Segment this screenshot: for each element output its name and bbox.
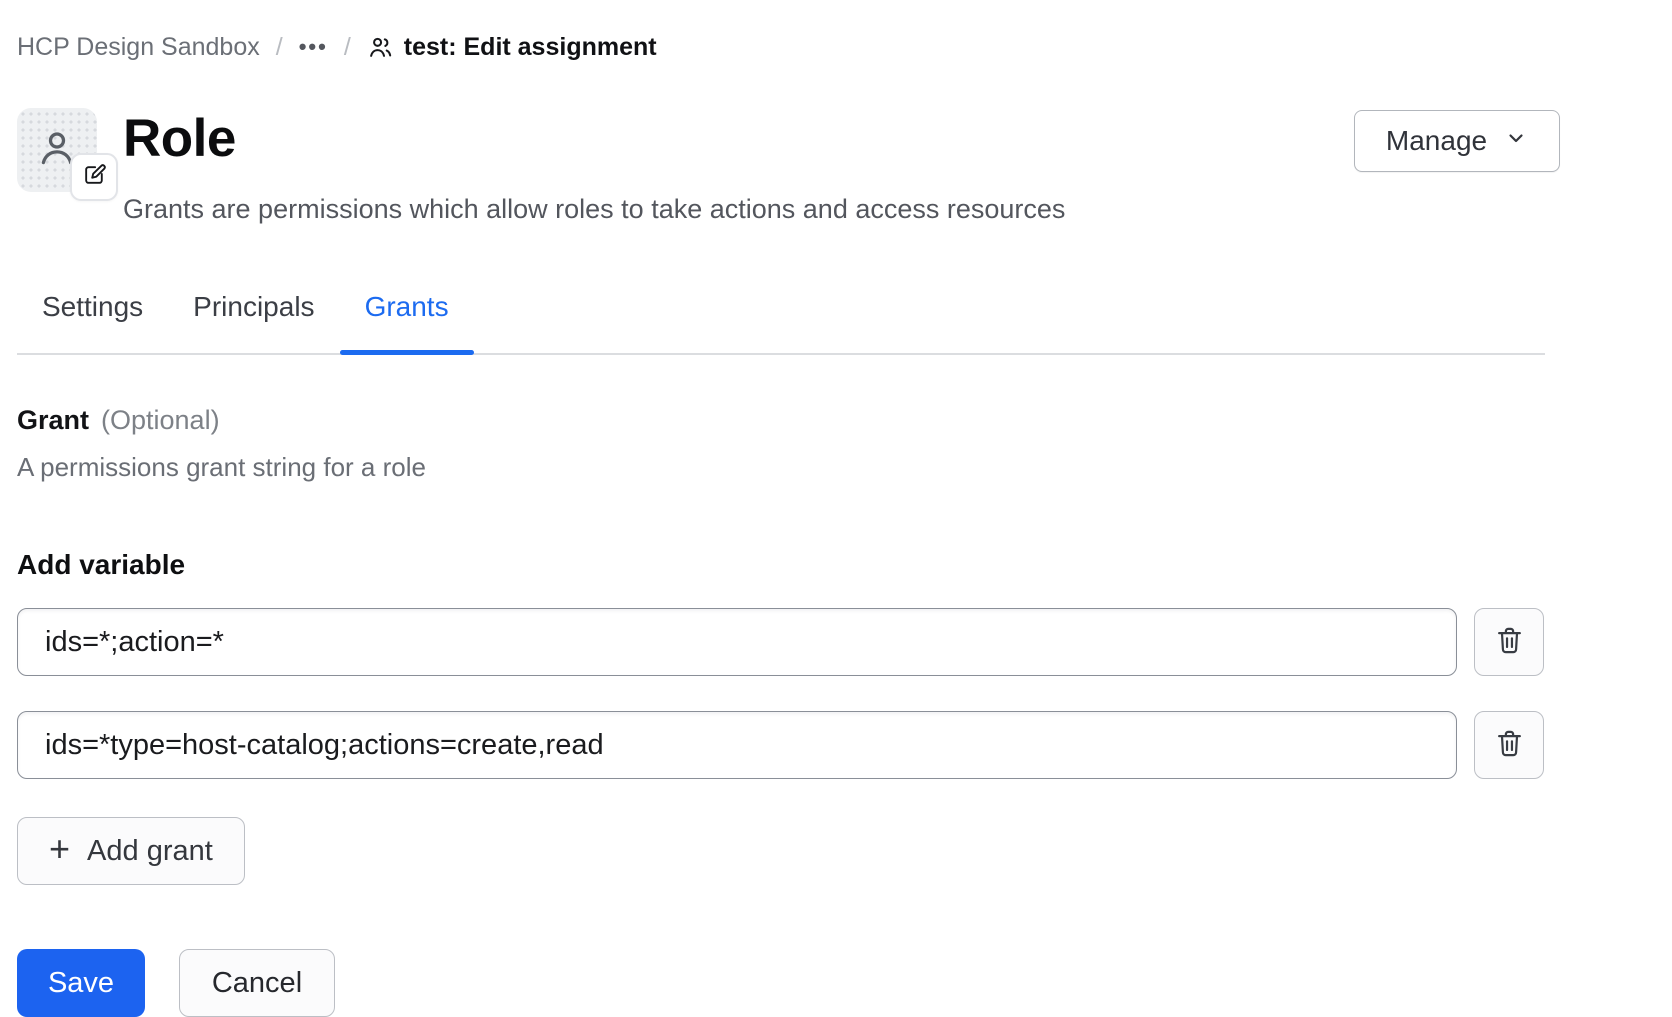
grant-field-label: Grant <box>17 405 89 436</box>
plus-icon: + <box>49 831 70 867</box>
add-grant-label: Add grant <box>87 835 213 868</box>
grant-input-2[interactable] <box>17 711 1457 779</box>
breadcrumb-ellipsis-button[interactable]: ••• <box>299 36 328 58</box>
tab-settings[interactable]: Settings <box>17 281 168 353</box>
page: HCP Design Sandbox / ••• / test: Edit as… <box>0 0 1672 1017</box>
delete-grant-button-1[interactable] <box>1474 608 1544 676</box>
breadcrumb-root-link[interactable]: HCP Design Sandbox <box>17 33 260 62</box>
grant-field-label-row: Grant (Optional) <box>17 405 1545 436</box>
add-grant-button[interactable]: + Add grant <box>17 817 245 885</box>
breadcrumb-separator: / <box>276 33 283 62</box>
breadcrumb-separator: / <box>344 33 351 62</box>
save-button[interactable]: Save <box>17 949 145 1017</box>
manage-button[interactable]: Manage <box>1354 110 1560 172</box>
page-title: Role <box>123 110 1065 168</box>
title-block: Role Grants are permissions which allow … <box>123 108 1065 225</box>
add-variable-label: Add variable <box>17 549 1545 581</box>
grant-row <box>17 608 1545 676</box>
users-icon <box>367 34 394 61</box>
grant-field-optional: (Optional) <box>101 405 220 436</box>
form-actions: Save Cancel <box>17 949 1545 1017</box>
breadcrumb: HCP Design Sandbox / ••• / test: Edit as… <box>17 30 1545 64</box>
page-header: Role Grants are permissions which allow … <box>17 108 1545 225</box>
manage-button-label: Manage <box>1386 125 1487 157</box>
edit-icon <box>82 162 107 192</box>
grant-input-1[interactable] <box>17 608 1457 676</box>
tab-bar: Settings Principals Grants <box>17 281 1545 355</box>
chevron-down-icon <box>1504 125 1528 157</box>
tab-grants[interactable]: Grants <box>340 281 474 353</box>
cancel-button[interactable]: Cancel <box>179 949 335 1017</box>
tab-principals[interactable]: Principals <box>168 281 339 353</box>
delete-grant-button-2[interactable] <box>1474 711 1544 779</box>
edit-avatar-button[interactable] <box>70 153 118 201</box>
grant-field-helper: A permissions grant string for a role <box>17 452 1545 483</box>
breadcrumb-current: test: Edit assignment <box>367 33 657 62</box>
trash-icon <box>1494 728 1525 762</box>
trash-icon <box>1494 625 1525 659</box>
breadcrumb-current-label: test: Edit assignment <box>404 33 657 62</box>
role-avatar-wrap <box>17 108 97 192</box>
page-subtitle: Grants are permissions which allow roles… <box>123 194 1065 225</box>
grant-row <box>17 711 1545 779</box>
